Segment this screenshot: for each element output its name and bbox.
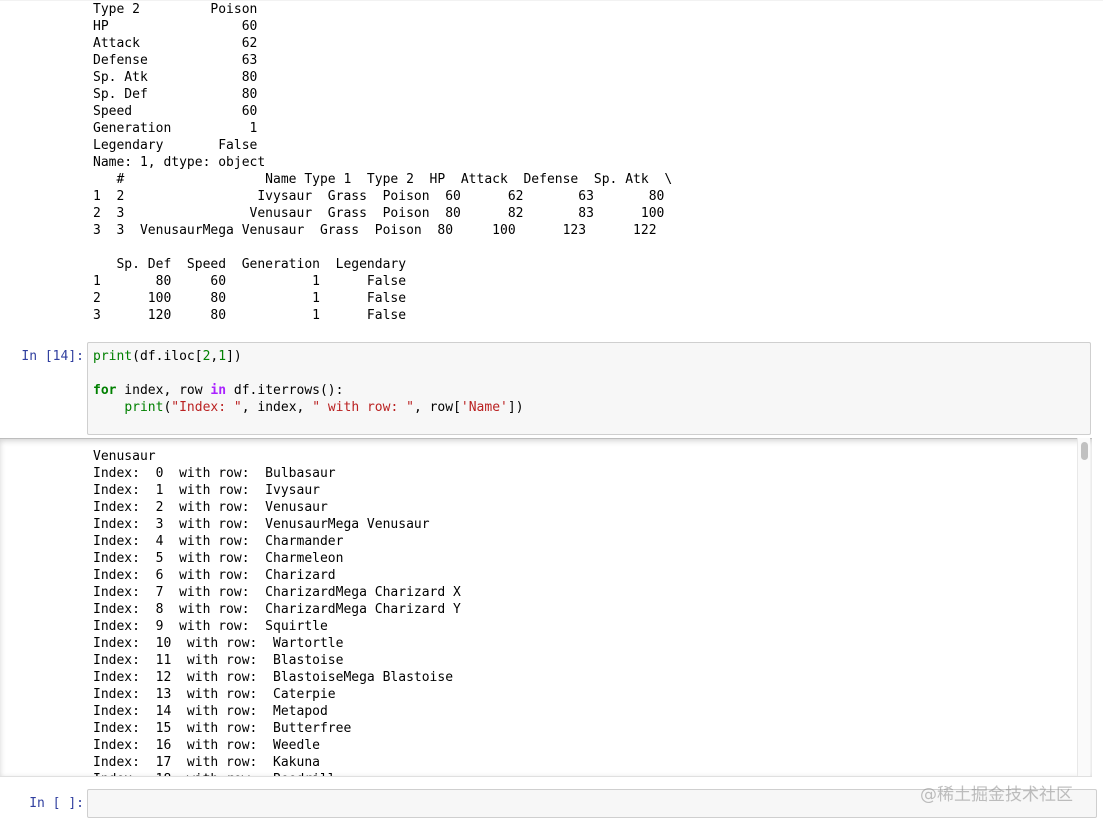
output-line: Index: 13 with row: Caterpie <box>93 687 336 702</box>
output-line: Type 2 Poison <box>93 2 258 17</box>
code-token: " with row: " <box>312 400 414 415</box>
code-token: , index, <box>241 400 313 415</box>
code-token: , row[ <box>413 400 461 415</box>
code-text[interactable]: print(df.iloc[2,1]) for index, row in df… <box>93 348 524 416</box>
output-line: Sp. Atk 80 <box>93 70 258 85</box>
output-line: Index: 4 with row: Charmander <box>93 534 344 549</box>
output-line: Sp. Def Speed Generation Legendary <box>116 257 407 272</box>
output-line: Index: 17 with row: Kakuna <box>93 755 320 770</box>
output-line: Generation 1 <box>93 121 258 136</box>
output-divider <box>0 776 1092 777</box>
output-line: Name: 1, dtype: object <box>93 155 266 170</box>
output-line: Index: 12 with row: BlastoiseMega Blasto… <box>93 670 454 685</box>
code-editor[interactable]: print(df.iloc[2,1]) for index, row in df… <box>87 342 1091 435</box>
previous-output-text: Type 2 Poison HP 60 Attack 62 Defense 63… <box>93 1 672 324</box>
output-line: Index: 16 with row: Weedle <box>93 738 320 753</box>
output-line: Legendary False <box>93 138 258 153</box>
code-token: print <box>124 400 164 415</box>
output-line: Index: 2 with row: Venusaur <box>93 500 328 515</box>
output-line: Speed 60 <box>93 104 258 119</box>
code-token: ]) <box>226 349 242 364</box>
code-cell-14[interactable]: In [14]: print(df.iloc[2,1]) for index, … <box>0 336 1103 440</box>
notebook-page: Type 2 Poison HP 60 Attack 62 Defense 63… <box>0 0 1103 823</box>
output-line: 1 80 60 1 False <box>93 274 407 289</box>
output-line: Index: 9 with row: Squirtle <box>93 619 328 634</box>
code-token: ]) <box>507 400 524 415</box>
output-line: 1 2 Ivysaur Grass Poison 60 62 63 80 <box>93 189 665 204</box>
code-token: "Index: " <box>171 400 242 415</box>
input-prompt: In [ ]: <box>29 796 84 811</box>
output-line: 2 3 Venusaur Grass Poison 80 82 83 100 <box>93 206 665 221</box>
cell-14-output-text: Venusaur Index: 0 with row: Bulbasaur In… <box>93 448 461 776</box>
code-token: (df.iloc[ <box>132 349 203 364</box>
output-line: Index: 11 with row: Blastoise <box>93 653 344 668</box>
output-line: HP 60 <box>93 19 258 34</box>
output-line: Attack 62 <box>93 36 258 51</box>
code-token: print <box>93 349 133 364</box>
output-line: Sp. Def 80 <box>93 87 258 102</box>
output-line: Index: 15 with row: Butterfree <box>93 721 352 736</box>
scrollbar-thumb[interactable] <box>1081 442 1088 460</box>
input-prompt: In [14]: <box>21 349 84 364</box>
code-token: in <box>210 383 227 398</box>
output-line: Index: 7 with row: CharizardMega Chariza… <box>93 585 461 600</box>
code-token: 1 <box>218 349 227 364</box>
output-line: Index: 14 with row: Metapod <box>93 704 328 719</box>
code-token: df.iterrows(): <box>226 383 344 398</box>
output-line: Index: 3 with row: VenusaurMega Venusaur <box>93 517 430 532</box>
code-token: index, row <box>116 383 211 398</box>
output-line: Index: 8 with row: CharizardMega Chariza… <box>93 602 461 617</box>
output-line: 3 120 80 1 False <box>93 308 407 323</box>
output-line: 3 3 VenusaurMega Venusaur Grass Poison 8… <box>93 223 657 238</box>
output-line: Defense 63 <box>93 53 258 68</box>
output-line: Index: 10 with row: Wartortle <box>93 636 344 651</box>
output-scrollbar[interactable] <box>1077 438 1090 776</box>
output-line: Index: 5 with row: Charmeleon <box>93 551 344 566</box>
output-line: Index: 1 with row: Ivysaur <box>93 483 320 498</box>
cell-14-output-scroll-area[interactable]: Venusaur Index: 0 with row: Bulbasaur In… <box>0 438 1092 776</box>
output-line: 2 100 80 1 False <box>93 291 407 306</box>
output-line: Index: 0 with row: Bulbasaur <box>93 466 336 481</box>
code-token: for <box>93 383 117 398</box>
output-line: Venusaur <box>93 449 156 464</box>
code-token: 'Name' <box>460 400 508 415</box>
watermark: @稀土掘金技术社区 <box>920 785 1073 805</box>
previous-cell-output: Type 2 Poison HP 60 Attack 62 Defense 63… <box>0 0 1103 336</box>
output-line: # Name Type 1 Type 2 HP Attack Defense S… <box>116 172 673 187</box>
output-line: Index: 6 with row: Charizard <box>93 568 336 583</box>
